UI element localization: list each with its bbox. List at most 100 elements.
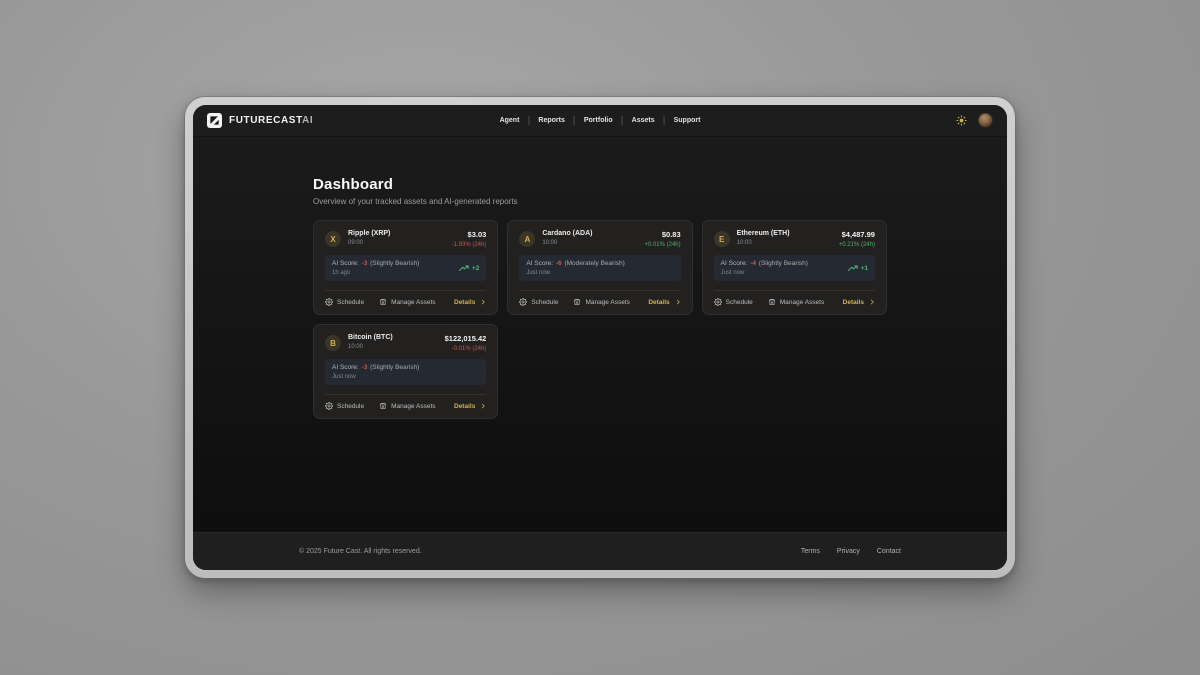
main-content: Dashboard Overview of your tracked asset… xyxy=(193,137,1007,532)
gear-icon xyxy=(325,402,333,410)
details-button[interactable]: Details xyxy=(454,299,486,306)
ai-updated-time: Just now xyxy=(721,270,808,276)
asset-time: 10:00 xyxy=(542,240,592,246)
ai-updated-time: Just now xyxy=(332,374,419,380)
trash-icon xyxy=(573,298,581,306)
footer-link-privacy[interactable]: Privacy xyxy=(837,548,860,555)
asset-change: +0.01% (24h) xyxy=(644,242,680,248)
ai-score-panel: AI Score: -6 (Moderately Bearish) Just n… xyxy=(519,255,680,281)
asset-name: Cardano (ADA) xyxy=(542,230,592,237)
card-actions: Schedule Manage Assets Details xyxy=(519,290,680,306)
asset-price: $122,015.42 xyxy=(445,334,487,343)
trend-value: +2 xyxy=(472,265,479,272)
gear-icon xyxy=(714,298,722,306)
page-subtitle: Overview of your tracked assets and AI-g… xyxy=(313,197,887,206)
top-navigation-bar: FUTURECASTAI Agent Reports Portfolio Ass… xyxy=(193,105,1007,137)
page-title: Dashboard xyxy=(313,176,887,193)
sun-icon xyxy=(956,115,967,126)
ai-score-sentiment: (Slightly Bearish) xyxy=(370,260,419,267)
page-footer: © 2025 Future Cast. All rights reserved.… xyxy=(193,532,1007,570)
trash-icon xyxy=(379,402,387,410)
schedule-button[interactable]: Schedule xyxy=(325,298,364,306)
details-button[interactable]: Details xyxy=(843,299,875,306)
manage-assets-button[interactable]: Manage Assets xyxy=(379,402,435,410)
ai-score-value: -6 xyxy=(556,260,562,267)
asset-price: $3.03 xyxy=(452,230,487,239)
ai-score-label: AI Score: xyxy=(721,260,748,267)
ai-score-label: AI Score: xyxy=(332,260,359,267)
ai-score-label: AI Score: xyxy=(332,364,359,371)
nav-item-assets[interactable]: Assets xyxy=(632,117,655,124)
nav-item-agent[interactable]: Agent xyxy=(500,117,520,124)
trend-value: +1 xyxy=(861,265,868,272)
nav-item-support[interactable]: Support xyxy=(674,117,701,124)
asset-name: Ripple (XRP) xyxy=(348,230,390,237)
trend-badge: +1 xyxy=(848,265,868,272)
ai-updated-time: Just now xyxy=(526,270,624,276)
asset-price: $0.83 xyxy=(644,230,680,239)
footer-link-terms[interactable]: Terms xyxy=(801,548,820,555)
asset-card-ripple: X Ripple (XRP) 09:00 $3.03 -1.93% (24h) xyxy=(313,220,498,315)
asset-card-ethereum: E Ethereum (ETH) 10:00 $4,487.99 +0.21% … xyxy=(702,220,887,315)
schedule-button[interactable]: Schedule xyxy=(325,402,364,410)
trash-icon xyxy=(379,298,387,306)
chevron-right-icon xyxy=(480,403,486,409)
ai-score-panel: AI Score: -3 (Slightly Bearish) 1h ago +… xyxy=(325,255,486,281)
asset-name: Ethereum (ETH) xyxy=(737,230,790,237)
footer-links: Terms Privacy Contact xyxy=(801,548,901,555)
ai-score-value: -3 xyxy=(362,260,368,267)
asset-change: -1.93% (24h) xyxy=(452,242,487,248)
nav-divider xyxy=(622,116,623,125)
ai-score-value: -4 xyxy=(750,260,756,267)
manage-assets-button[interactable]: Manage Assets xyxy=(379,298,435,306)
trash-icon xyxy=(768,298,776,306)
card-actions: Schedule Manage Assets Details xyxy=(714,290,875,306)
topbar-right-controls xyxy=(956,113,993,128)
ai-score-panel: AI Score: -4 (Slightly Bearish) Just now… xyxy=(714,255,875,281)
copyright-text: © 2025 Future Cast. All rights reserved. xyxy=(299,548,422,555)
manage-assets-button[interactable]: Manage Assets xyxy=(573,298,629,306)
nav-divider xyxy=(528,116,529,125)
details-button[interactable]: Details xyxy=(648,299,680,306)
nav-item-portfolio[interactable]: Portfolio xyxy=(584,117,613,124)
app-screen: FUTURECASTAI Agent Reports Portfolio Ass… xyxy=(193,105,1007,570)
chevron-right-icon xyxy=(675,299,681,305)
schedule-button[interactable]: Schedule xyxy=(519,298,558,306)
asset-time: 09:00 xyxy=(348,240,390,246)
asset-price: $4,487.99 xyxy=(839,230,875,239)
gear-icon xyxy=(325,298,333,306)
theme-toggle-button[interactable] xyxy=(956,115,967,126)
trend-badge: +2 xyxy=(459,265,479,272)
arrow-logo-glyph xyxy=(209,115,220,126)
ai-score-panel: AI Score: -3 (Slightly Bearish) Just now xyxy=(325,359,486,385)
schedule-button[interactable]: Schedule xyxy=(714,298,753,306)
manage-assets-button[interactable]: Manage Assets xyxy=(768,298,824,306)
ai-score-label: AI Score: xyxy=(526,260,553,267)
asset-letter-icon: E xyxy=(714,231,730,247)
user-avatar[interactable] xyxy=(978,113,993,128)
asset-time: 10:00 xyxy=(348,344,393,350)
asset-card-grid: X Ripple (XRP) 09:00 $3.03 -1.93% (24h) xyxy=(313,220,887,419)
brand-name: FUTURECASTAI xyxy=(229,115,313,126)
ai-score-sentiment: (Slightly Bearish) xyxy=(759,260,808,267)
asset-change: -0.01% (24h) xyxy=(445,346,487,352)
nav-divider xyxy=(664,116,665,125)
footer-link-contact[interactable]: Contact xyxy=(877,548,901,555)
trending-up-icon xyxy=(848,265,858,272)
main-nav: Agent Reports Portfolio Assets Support xyxy=(500,105,701,136)
brand-logo[interactable]: FUTURECASTAI xyxy=(207,113,313,128)
asset-card-cardano: A Cardano (ADA) 10:00 $0.83 +0.01% (24h) xyxy=(507,220,692,315)
details-button[interactable]: Details xyxy=(454,403,486,410)
asset-letter-icon: X xyxy=(325,231,341,247)
card-actions: Schedule Manage Assets Details xyxy=(325,290,486,306)
asset-change: +0.21% (24h) xyxy=(839,242,875,248)
ai-updated-time: 1h ago xyxy=(332,270,419,276)
nav-item-reports[interactable]: Reports xyxy=(538,117,564,124)
chevron-right-icon xyxy=(480,299,486,305)
browser-window: FUTURECASTAI Agent Reports Portfolio Ass… xyxy=(185,97,1015,578)
asset-letter-icon: B xyxy=(325,335,341,351)
asset-letter-icon: A xyxy=(519,231,535,247)
ai-score-sentiment: (Slightly Bearish) xyxy=(370,364,419,371)
nav-divider xyxy=(574,116,575,125)
trending-up-icon xyxy=(459,265,469,272)
